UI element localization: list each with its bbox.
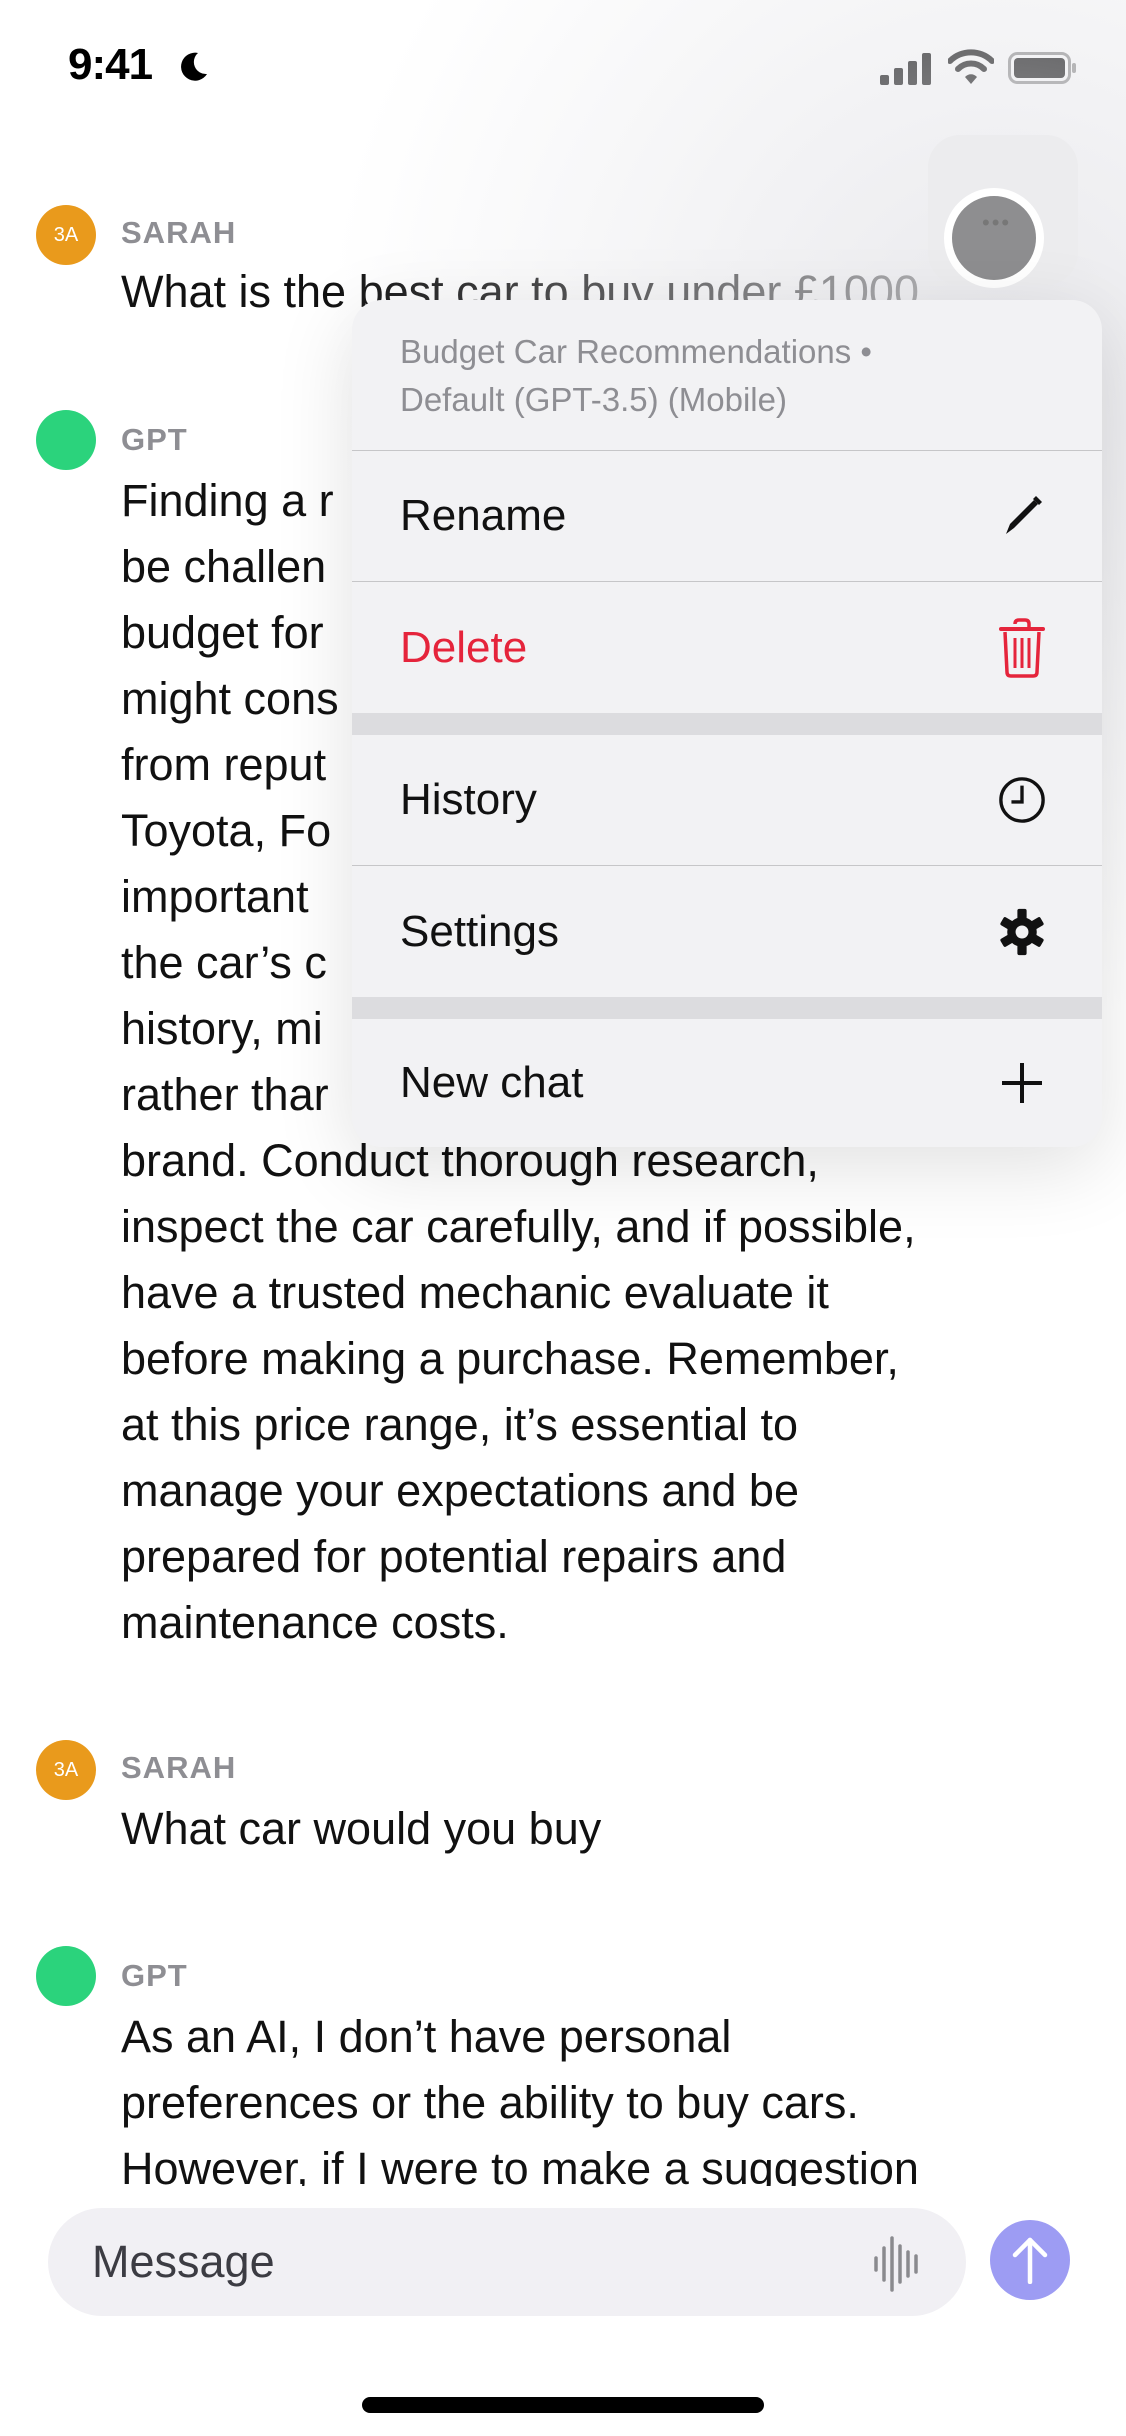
context-menu: Budget Car Recommendations • Default (GP… <box>352 300 1102 1147</box>
ellipsis-icon: ••• <box>982 210 1012 235</box>
model-name: Default (GPT-3.5) (Mobile) <box>400 381 787 418</box>
avatar: 3A <box>36 205 96 265</box>
message-line: at this price range, it’s essential to <box>121 1399 799 1450</box>
avatar <box>36 410 96 470</box>
message-line: inspect the car carefully, and if possib… <box>121 1201 916 1252</box>
menu-item-history[interactable]: History <box>352 735 1102 866</box>
message-input[interactable] <box>92 2208 852 2316</box>
menu-item-label: Delete <box>400 622 528 672</box>
message-line: before making a purchase. Remember, <box>121 1333 899 1384</box>
sender-name: SARAH <box>121 1750 237 1785</box>
message-line: prepared for potential repairs and <box>121 1531 787 1582</box>
trash-icon <box>998 617 1046 678</box>
waveform-icon[interactable] <box>872 2236 928 2297</box>
menu-item-new-chat[interactable]: New chat <box>352 1019 1102 1147</box>
message-line: maintenance costs. <box>121 1597 509 1648</box>
gear-icon <box>998 908 1046 956</box>
message-text: What car would you buy <box>121 1803 602 1854</box>
menu-group-separator <box>352 713 1102 735</box>
menu-item-rename[interactable]: Rename <box>352 451 1102 582</box>
menu-item-delete[interactable]: Delete <box>352 582 1102 713</box>
pencil-icon <box>998 492 1046 540</box>
menu-item-label: New chat <box>400 1058 584 1107</box>
message-composer <box>48 2208 966 2316</box>
sender-name: GPT <box>121 422 188 457</box>
message-line: preferences or the ability to buy cars. <box>121 2077 859 2128</box>
menu-header: Budget Car Recommendations • Default (GP… <box>352 300 1102 451</box>
message-line: However, if I were to make a suggestion <box>121 2143 919 2186</box>
message-line: As an AI, I don’t have personal <box>121 2011 732 2062</box>
arrow-up-icon <box>1012 2237 1048 2284</box>
menu-item-label: History <box>400 775 537 824</box>
menu-group-separator <box>352 997 1102 1019</box>
plus-icon <box>998 1059 1046 1107</box>
conversation-title: Budget Car Recommendations • <box>400 333 872 370</box>
avatar <box>36 1946 96 2006</box>
home-indicator[interactable] <box>362 2397 764 2413</box>
menu-item-label: Rename <box>400 491 567 540</box>
send-button[interactable] <box>990 2220 1070 2300</box>
avatar: 3A <box>36 1740 96 1800</box>
sender-name: GPT <box>121 1958 188 1993</box>
clock-icon <box>998 776 1046 824</box>
message-line: manage your expectations and be <box>121 1465 799 1516</box>
more-button[interactable]: ••• <box>944 188 1044 288</box>
menu-item-settings[interactable]: Settings <box>352 866 1102 997</box>
menu-item-label: Settings <box>400 906 559 956</box>
message-text: As an AI, I don’t have personal preferenc… <box>121 2004 1051 2186</box>
message-line: have a trusted mechanic evaluate it <box>121 1267 829 1318</box>
sender-name: SARAH <box>121 215 237 250</box>
